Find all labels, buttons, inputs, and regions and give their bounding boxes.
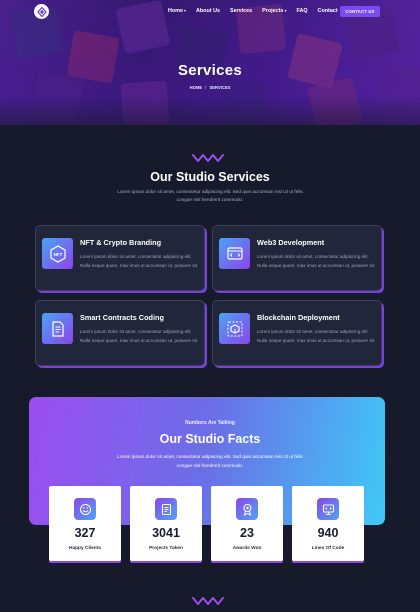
- stat-label: Lines Of Code: [311, 546, 345, 551]
- nav-menu: Home▾ About Us Services Projects▾ FAQ Co…: [168, 8, 338, 14]
- stat-card-projects-taken: 3041 Projects Taken: [130, 486, 202, 561]
- nft-badge-icon: NFT: [42, 238, 73, 269]
- services-section-title: Our Studio Services: [150, 170, 270, 184]
- breadcrumb: HOME / SERVICES: [0, 85, 420, 90]
- chevron-down-icon: ▾: [284, 8, 287, 13]
- service-card-blockchain-deployment[interactable]: Blockchain Deployment Lorem ipsum dolor …: [212, 300, 382, 366]
- nav-item-faq[interactable]: FAQ: [296, 8, 307, 14]
- chevron-down-icon: ▾: [183, 8, 186, 13]
- squiggle-divider-icon: [192, 154, 224, 162]
- nav-item-projects[interactable]: Projects▾: [262, 8, 286, 14]
- svg-text:NFT: NFT: [53, 252, 62, 257]
- service-card-text: Lorem ipsum dolor sit amet, consectetur …: [257, 254, 376, 268]
- web3-code-icon: [219, 238, 250, 269]
- service-card-nft-branding[interactable]: NFT NFT & Crypto Branding Lorem ipsum do…: [35, 225, 205, 291]
- stat-label: Projects Taken: [149, 546, 183, 551]
- facts-section-title: Our Studio Facts: [159, 432, 261, 446]
- nav-item-about[interactable]: About Us: [196, 8, 220, 14]
- service-card-text: Lorem ipsum dolor sit amet, consectetur …: [80, 254, 199, 268]
- facts-section-description: Lorem ipsum dolor sit amet, consectetur …: [117, 454, 303, 468]
- breadcrumb-home-link[interactable]: HOME: [190, 85, 203, 90]
- stat-label: Happy Clients: [69, 546, 101, 551]
- stat-card-happy-clients: 327 Happy Clients: [49, 486, 121, 561]
- service-card-title: Smart Contracts Coding: [80, 313, 164, 322]
- facts-kicker: Numbers Are Talking: [185, 420, 235, 426]
- services-section-description: Lorem ipsum dolor sit amet, consectetur …: [117, 189, 303, 202]
- nav-item-home[interactable]: Home▾: [168, 8, 186, 14]
- stat-label: Awards Won: [232, 546, 262, 551]
- stat-value: 940: [317, 526, 339, 540]
- nav-item-contact[interactable]: Contact: [318, 8, 338, 14]
- squiggle-divider-icon: [192, 597, 224, 605]
- nav-item-services[interactable]: Services: [230, 8, 252, 14]
- monitor-code-icon: [317, 498, 339, 520]
- award-icon: [236, 498, 258, 520]
- stat-value: 23: [240, 526, 254, 540]
- service-card-title: Web3 Development: [257, 238, 325, 247]
- contact-us-button[interactable]: CONTACT US: [340, 6, 380, 17]
- contract-document-icon: [42, 313, 73, 344]
- service-card-smart-contracts[interactable]: Smart Contracts Coding Lorem ipsum dolor…: [35, 300, 205, 366]
- logo-icon[interactable]: [34, 4, 49, 19]
- service-card-text: Lorem ipsum dolor sit amet, consectetur …: [80, 329, 199, 343]
- happy-client-icon: [74, 498, 96, 520]
- stat-card-awards-won: 23 Awards Won: [211, 486, 283, 561]
- page-hero: Home▾ About Us Services Projects▾ FAQ Co…: [0, 0, 420, 125]
- top-navbar: Home▾ About Us Services Projects▾ FAQ Co…: [0, 0, 420, 24]
- project-icon: [155, 498, 177, 520]
- service-card-title: Blockchain Deployment: [257, 313, 340, 322]
- service-card-text: Lorem ipsum dolor sit amet, consectetur …: [257, 329, 376, 343]
- stat-value: 3041: [152, 526, 180, 540]
- page-title: Services: [177, 62, 243, 79]
- stat-value: 327: [74, 526, 96, 540]
- stat-card-lines-of-code: 940 Lines Of Code: [292, 486, 364, 561]
- service-card-web3-development[interactable]: Web3 Development Lorem ipsum dolor sit a…: [212, 225, 382, 291]
- breadcrumb-current: SERVICES: [209, 85, 231, 90]
- breadcrumb-separator: /: [205, 85, 207, 90]
- blockchain-cube-icon: [219, 313, 250, 344]
- service-card-title: NFT & Crypto Branding: [80, 238, 162, 247]
